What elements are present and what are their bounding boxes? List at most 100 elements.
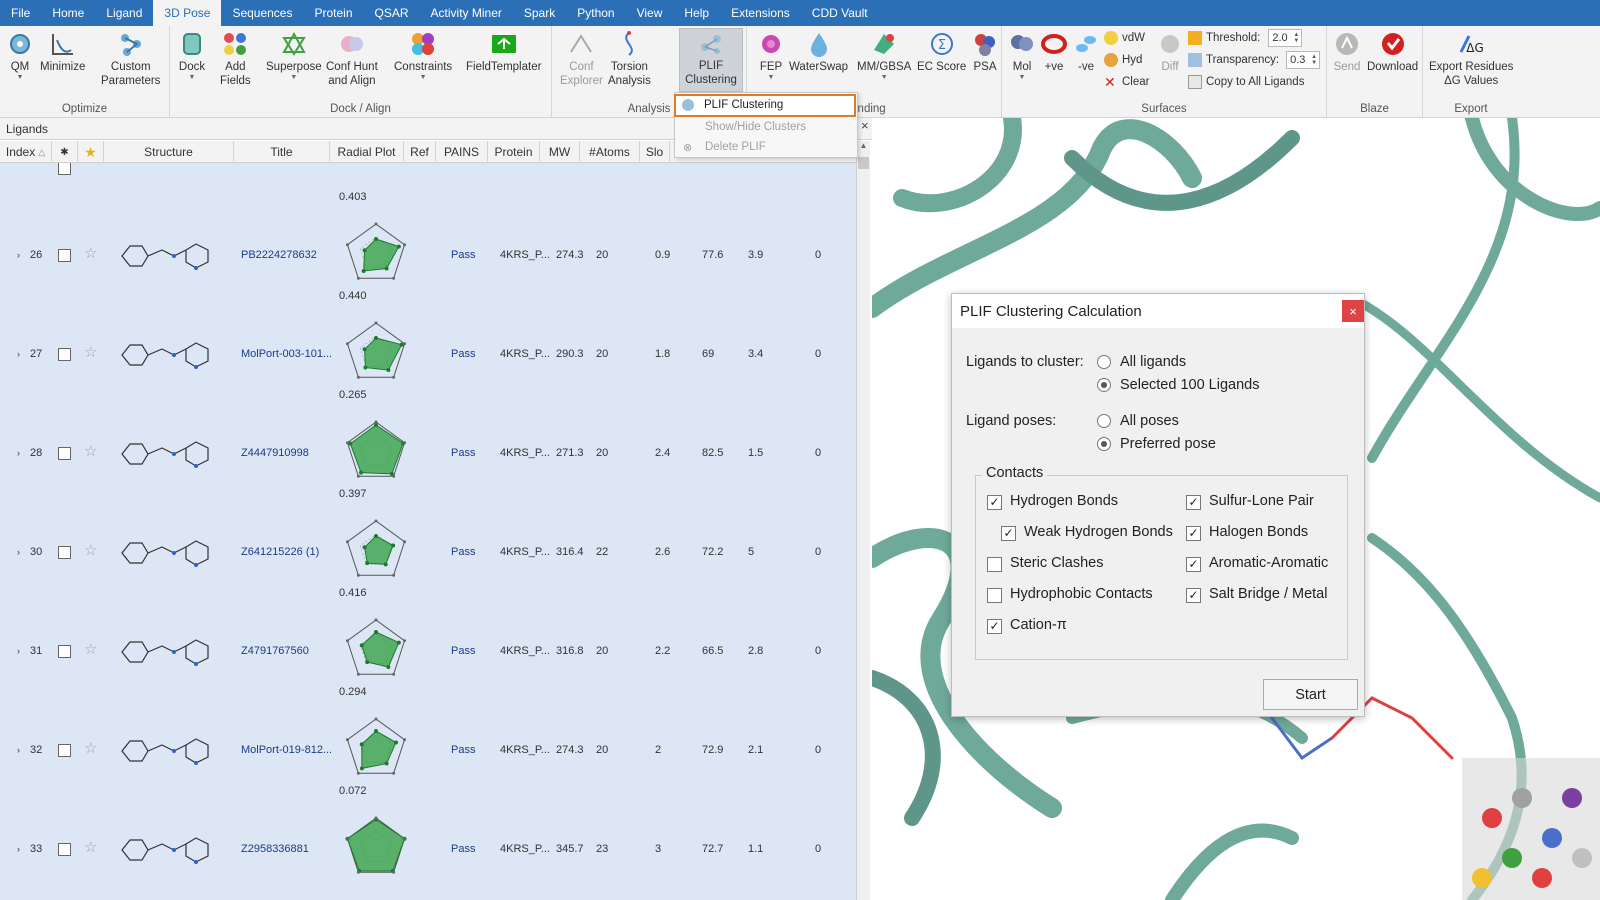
expand-row-icon[interactable]: › [17,745,20,755]
row-checkbox[interactable] [58,249,71,262]
checkbox-aromatic[interactable]: ✓ [1186,557,1201,572]
hyd-button[interactable]: Hyd [1104,50,1142,70]
conf-explorer-button[interactable]: Conf Explorer [560,30,603,88]
menu-extensions[interactable]: Extensions [720,0,801,26]
menu-qsar[interactable]: QSAR [364,0,420,26]
structure-cell[interactable] [112,325,222,388]
ligand-title-link[interactable]: Z2958336881 [241,843,309,855]
minimize-button[interactable]: Minimize [40,30,85,74]
torsion-analysis-button[interactable]: Torsion Analysis [608,30,651,88]
favorite-star-icon[interactable]: ☆ [84,244,97,262]
radio-all-ligands[interactable] [1097,355,1111,369]
column-header-ref[interactable]: Ref [404,141,436,163]
transparency-spinner-icon[interactable]: ▲ ▼ [1311,54,1319,66]
menu-item-show-hide-clusters[interactable]: Show/Hide Clusters [675,117,857,137]
radio-all-poses[interactable] [1097,414,1111,428]
plif-clustering-button[interactable]: PLIF Clustering [679,28,743,92]
ligand-title-link[interactable]: Z4447910998 [241,447,309,459]
add-fields-button[interactable]: Add Fields [220,30,251,88]
column-header-index[interactable]: Index △ [0,141,52,163]
column-header-mw[interactable]: MW [540,141,580,163]
checkbox-salt[interactable]: ✓ [1186,588,1201,603]
threshold-input[interactable]: 2.0 ▲ ▼ [1268,29,1303,47]
column-header-structure[interactable]: Structure [104,141,234,163]
contact-label-halogen[interactable]: Halogen Bonds [1209,524,1308,540]
radio-preferred-pose[interactable] [1097,437,1111,451]
menu-spark[interactable]: Spark [513,0,566,26]
ligand-title-link[interactable]: Z641215226 (1) [241,546,319,558]
checkbox-sulfur[interactable]: ✓ [1186,495,1201,510]
checkbox-steric[interactable] [987,557,1002,572]
dock-button[interactable]: Dock ▼ [178,30,206,82]
contact-label-hydrophobic[interactable]: Hydrophobic Contacts [1010,586,1153,602]
contact-label-sulfur[interactable]: Sulfur-Lone Pair [1209,493,1314,509]
ligand-title-link[interactable]: MolPort-003-101... [241,348,332,360]
constraints-button[interactable]: Constraints ▼ [394,30,452,82]
start-button[interactable]: Start [1263,679,1358,710]
expand-row-icon[interactable]: › [17,250,20,260]
menu-home[interactable]: Home [41,0,95,26]
table-row[interactable]: › 26 ☆ PB2224278632 0.403 Pass 4KRS_P...… [0,186,856,285]
column-header-radial-plot[interactable]: Radial Plot [330,141,404,163]
waterswap-button[interactable]: WaterSwap [789,30,848,74]
menu-view[interactable]: View [626,0,674,26]
contact-label-salt[interactable]: Salt Bridge / Metal [1209,586,1327,602]
menu-sequences[interactable]: Sequences [221,0,303,26]
favorite-star-icon[interactable]: ☆ [84,541,97,559]
qm-button[interactable]: QM ▼ [6,30,34,82]
menu-help[interactable]: Help [673,0,720,26]
table-row[interactable]: › 30 ☆ Z641215226 (1) 0.397 Pass 4KRS_P.… [0,483,856,582]
favorite-star-icon[interactable]: ☆ [84,739,97,757]
transparency-input[interactable]: 0.3 ▲ ▼ [1286,51,1321,69]
export-dg-button[interactable]: ΔG Export Residues ΔG Values [1429,30,1513,88]
preferred-pose-label[interactable]: Preferred pose [1120,436,1216,452]
favorite-star-icon[interactable]: ☆ [84,343,97,361]
row-checkbox[interactable] [58,546,71,559]
menu-protein[interactable]: Protein [303,0,363,26]
menu-3d-pose[interactable]: 3D Pose [153,0,222,26]
ligands-close-icon[interactable]: × [861,118,869,133]
row-checkbox[interactable] [58,348,71,361]
diff-button[interactable]: Diff [1156,30,1184,74]
table-row[interactable]: › 32 ☆ MolPort-019-812... 0.294 Pass 4KR… [0,681,856,780]
dialog-close-button[interactable]: × [1342,300,1364,322]
expand-row-icon[interactable]: › [17,349,20,359]
send-button[interactable]: Send [1333,30,1361,74]
plif-clustering-highlight[interactable]: PLIF Clustering [674,94,856,117]
row-checkbox[interactable] [58,447,71,460]
menu-python[interactable]: Python [566,0,625,26]
clear-surfaces-button[interactable]: ✕ Clear [1104,72,1149,92]
mol-surface-button[interactable]: Mol ▼ [1008,30,1036,82]
structure-cell[interactable] [112,226,222,289]
psa-button[interactable]: PSA [971,30,999,74]
fep-button[interactable]: FEP ▼ [757,30,785,82]
menu-activity-miner[interactable]: Activity Miner [420,0,513,26]
ligand-title-link[interactable]: MolPort-019-812... [241,744,332,756]
structure-cell[interactable] [112,820,222,883]
table-row[interactable]: › 33 ☆ Z2958336881 0.072 Pass 4KRS_P... … [0,780,856,879]
table-row[interactable]: › 27 ☆ MolPort-003-101... 0.440 Pass 4KR… [0,285,856,384]
negative-surface-button[interactable]: -ve [1072,30,1100,74]
expand-row-icon[interactable]: › [17,547,20,557]
selected-ligands-label[interactable]: Selected 100 Ligands [1120,377,1259,393]
menu-item-delete-plif[interactable]: ⊗ Delete PLIF [675,137,857,157]
structure-cell[interactable] [112,424,222,487]
download-button[interactable]: Download [1367,30,1418,74]
row-checkbox[interactable] [58,744,71,757]
favorite-star-icon[interactable]: ☆ [84,640,97,658]
ligand-title-link[interactable]: PB2224278632 [241,249,317,261]
table-row-partial[interactable] [0,163,856,186]
column-header--atoms[interactable]: #Atoms [580,141,640,163]
menu-file[interactable]: File [0,0,41,26]
superpose-button[interactable]: Superpose ▼ [266,30,322,82]
structure-cell[interactable] [112,721,222,784]
radio-selected-ligands[interactable] [1097,378,1111,392]
column-header-favorite[interactable]: ★ [78,141,104,163]
favorite-star-icon[interactable]: ☆ [84,838,97,856]
scroll-up-icon[interactable]: ▲ [857,141,870,155]
column-header-selected[interactable]: ✱ [52,141,78,163]
table-row[interactable]: › 28 ☆ Z4447910998 0.265 Pass 4KRS_P... … [0,384,856,483]
structure-cell[interactable] [112,523,222,586]
contact-label-aromatic[interactable]: Aromatic-Aromatic [1209,555,1328,571]
ligand-title-link[interactable]: Z4791767560 [241,645,309,657]
